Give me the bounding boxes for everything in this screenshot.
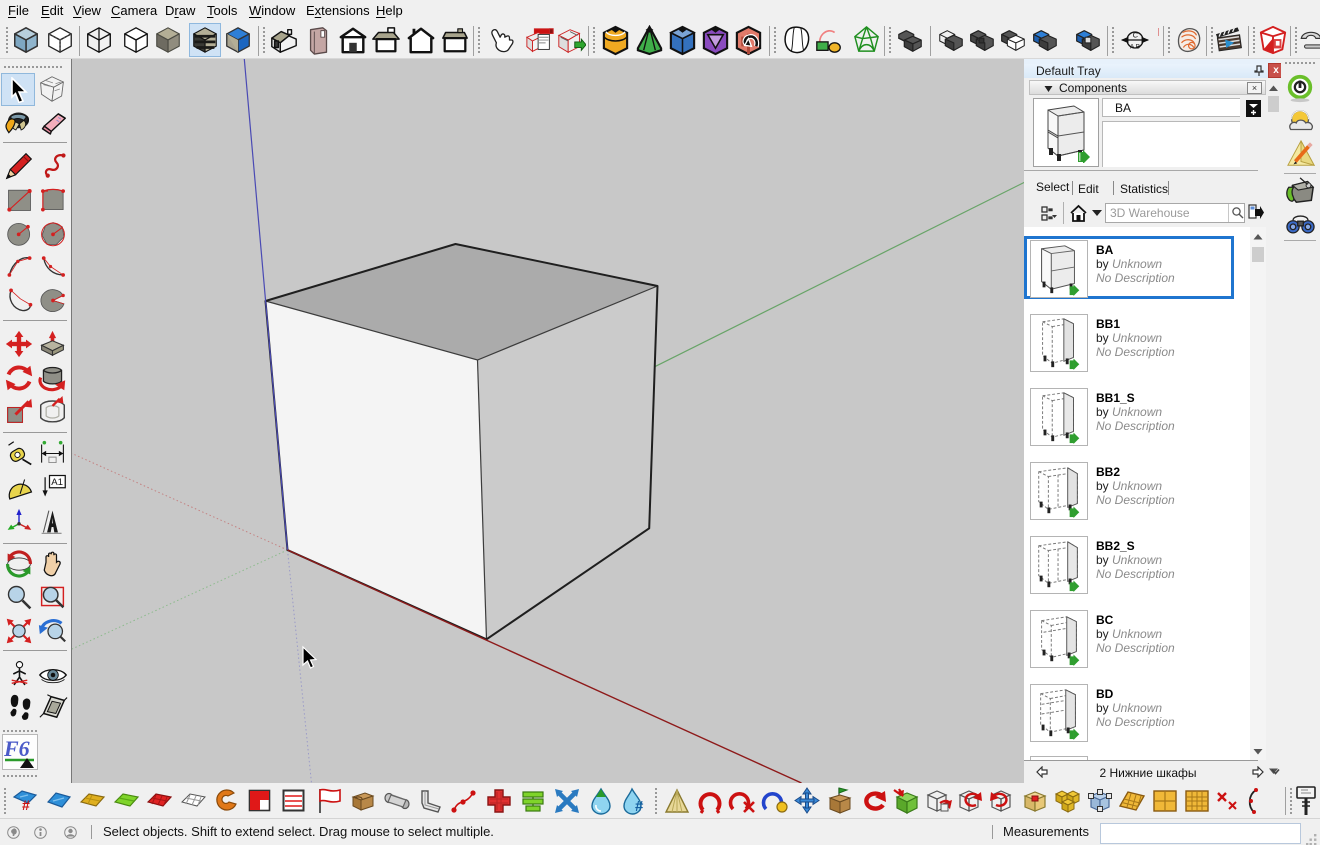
svg-text:C: C (1133, 31, 1139, 40)
svg-text:F6: F6 (3, 736, 30, 761)
svg-text:#: # (635, 798, 644, 815)
svg-text:A1: A1 (51, 477, 63, 488)
svg-text:A B: A B (1130, 43, 1141, 50)
svg-text:#: # (22, 797, 30, 813)
